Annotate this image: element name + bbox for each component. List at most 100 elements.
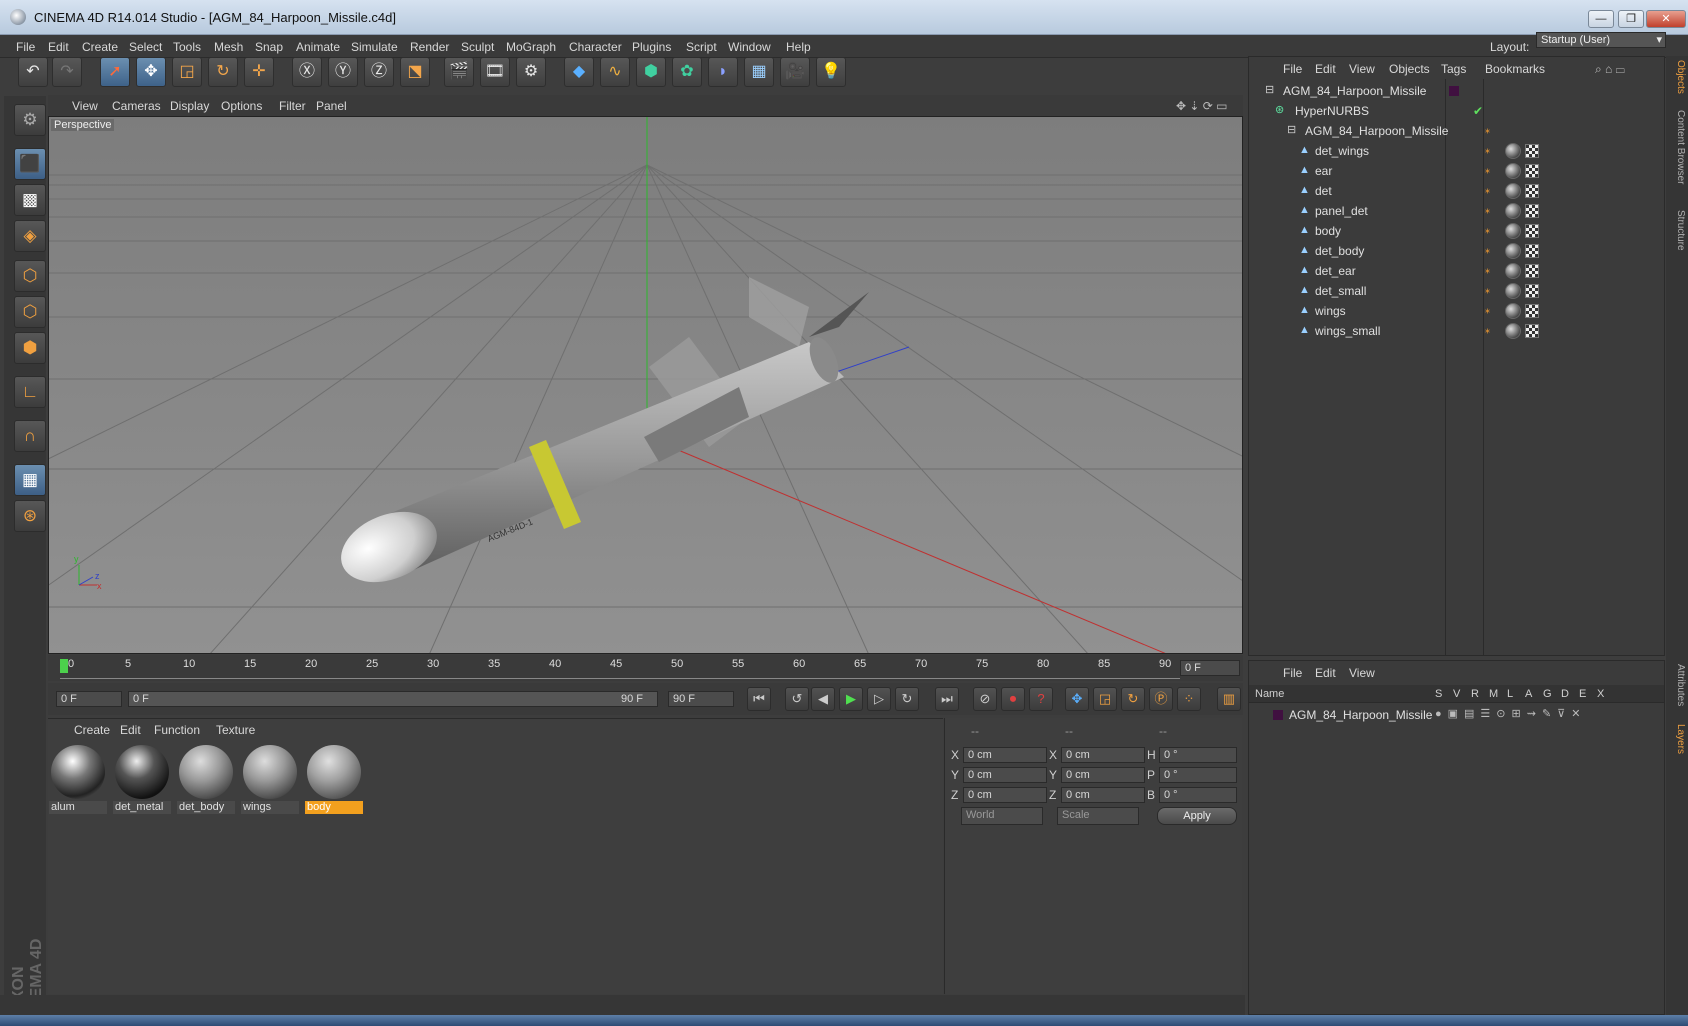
maximize-button[interactable]: ❐ [1618,10,1644,28]
tab-objects[interactable]: Objects [1668,60,1686,94]
coord-type-dropdown[interactable]: Scale [1057,807,1139,825]
uvw-tag-icon[interactable] [1525,164,1539,178]
vp-menu-options[interactable]: Options [221,99,262,113]
key-scale-icon[interactable]: ◲ [1093,687,1117,711]
uvw-tag-icon[interactable] [1525,184,1539,198]
material-tag-icon[interactable] [1505,203,1521,219]
model-mode-icon[interactable]: ⬛ [14,148,46,180]
tab-content-browser[interactable]: Content Browser [1668,110,1686,184]
uvw-tag-icon[interactable] [1525,204,1539,218]
menu-file[interactable]: File [16,40,35,54]
menu-character[interactable]: Character [569,40,622,54]
render-picture-viewer-icon[interactable]: 🎞 [480,57,510,87]
material-swatch[interactable]: det_body [177,743,235,815]
floor-icon[interactable]: ▦ [744,57,774,87]
object-row[interactable]: ▲ det_small ⁎ [1249,281,1664,301]
snap-magnet-icon[interactable]: ∩ [14,420,46,452]
uvw-tag-icon[interactable] [1525,244,1539,258]
phong-tag-icon[interactable]: ⁎ [1485,226,1493,236]
size-y-field[interactable]: 0 cm [1061,767,1145,783]
mat-menu-edit[interactable]: Edit [120,723,141,737]
size-z-field[interactable]: 0 cm [1061,787,1145,803]
om-search-icon[interactable]: ⌕ ⌂ ▭ [1595,62,1625,77]
menu-window[interactable]: Window [728,40,771,54]
workplane-icon[interactable]: ◈ [14,220,46,252]
uvw-tag-icon[interactable] [1525,304,1539,318]
z-axis-lock-icon[interactable]: Ⓩ [364,57,394,87]
object-row[interactable]: ▲ panel_det ⁎ [1249,201,1664,221]
position-y-field[interactable]: 0 cm [963,767,1047,783]
tab-attributes[interactable]: Attributes [1668,664,1686,706]
array-icon[interactable]: ✿ [672,57,702,87]
layer-flag-icons[interactable]: ●▣▤☰⊙⊞⇝✎⊽✕ [1435,707,1586,720]
material-swatch-selected[interactable]: body [305,743,363,815]
3d-viewport[interactable]: AGM-84D-1 y x z Perspective [48,116,1243,654]
phong-tag-icon[interactable]: ⁎ [1485,306,1493,316]
menu-help[interactable]: Help [786,40,811,54]
object-row[interactable]: ▲ det_body ⁎ [1249,241,1664,261]
goto-start-icon[interactable]: ⏮ [747,687,771,711]
menu-render[interactable]: Render [410,40,449,54]
uvw-tag-icon[interactable] [1525,224,1539,238]
move-tool-icon[interactable]: ✥ [136,57,166,87]
frame-range-slider[interactable]: 0 F 90 F [128,691,658,707]
phong-tag-icon[interactable]: ⁎ [1485,146,1493,156]
phong-tag-icon[interactable]: ⁎ [1485,246,1493,256]
uvw-tag-icon[interactable] [1525,324,1539,338]
nurbs-icon[interactable]: ⬢ [636,57,666,87]
next-frame-icon[interactable]: ▷ [867,687,891,711]
deformer-icon[interactable]: ◗ [708,57,738,87]
phong-tag-icon[interactable]: ⁎ [1485,286,1493,296]
size-x-field[interactable]: 0 cm [1061,747,1145,763]
y-axis-lock-icon[interactable]: Ⓨ [328,57,358,87]
current-frame-field[interactable]: 0 F [1180,660,1240,676]
object-row[interactable]: ⊟ AGM_84_Harpoon_Missile [1249,81,1664,101]
autokey-icon[interactable]: ⏺ [1001,687,1025,711]
om-menu-file[interactable]: File [1283,62,1302,76]
object-row[interactable]: ▲ det ⁎ [1249,181,1664,201]
lm-menu-file[interactable]: File [1283,666,1302,680]
vp-menu-filter[interactable]: Filter [279,99,306,113]
timeline-ruler[interactable]: 0 5 10 15 20 25 30 35 40 45 50 55 60 65 … [48,655,1243,681]
menu-sculpt[interactable]: Sculpt [461,40,494,54]
timeline-window-icon[interactable]: ▥ [1217,687,1241,711]
object-row[interactable]: ▲ wings ⁎ [1249,301,1664,321]
axis-mode-icon[interactable]: ∟ [14,376,46,408]
material-swatch[interactable]: wings [241,743,299,815]
menu-tools[interactable]: Tools [173,40,201,54]
close-button[interactable]: ✕ [1646,10,1686,28]
menu-mograph[interactable]: MoGraph [506,40,556,54]
recent-tool-icon[interactable]: ✛ [244,57,274,87]
vp-menu-cameras[interactable]: Cameras [112,99,161,113]
spline-icon[interactable]: ∿ [600,57,630,87]
key-rotation-icon[interactable]: ↻ [1121,687,1145,711]
material-tag-icon[interactable] [1505,183,1521,199]
menu-create[interactable]: Create [82,40,118,54]
key-parameter-icon[interactable]: Ⓟ [1149,687,1173,711]
enabled-check-icon[interactable]: ✔ [1473,104,1483,118]
next-key-icon[interactable]: ↻ [895,687,919,711]
key-pla-icon[interactable]: ⁘ [1177,687,1201,711]
lm-menu-view[interactable]: View [1349,666,1375,680]
scale-tool-icon[interactable]: ◲ [172,57,202,87]
object-row[interactable]: ▲ det_ear ⁎ [1249,261,1664,281]
tab-layers[interactable]: Layers [1668,724,1686,754]
material-tag-icon[interactable] [1505,163,1521,179]
rotate-tool-icon[interactable]: ↻ [208,57,238,87]
material-tag-icon[interactable] [1505,143,1521,159]
object-row[interactable]: ⊟ AGM_84_Harpoon_Missile ⁎ [1249,121,1664,141]
rotation-p-field[interactable]: 0 ° [1159,767,1237,783]
soft-selection-icon[interactable]: ⊛ [14,500,46,532]
make-editable-icon[interactable]: ⚙ [14,104,46,136]
edges-mode-icon[interactable]: ⬡ [14,296,46,328]
minimize-button[interactable]: — [1588,10,1614,28]
position-z-field[interactable]: 0 cm [963,787,1047,803]
vp-menu-view[interactable]: View [72,99,98,113]
uvw-tag-icon[interactable] [1525,284,1539,298]
apply-button[interactable]: Apply [1157,807,1237,825]
object-row[interactable]: ⊛ HyperNURBS ✔ [1249,101,1664,121]
points-mode-icon[interactable]: ⬡ [14,260,46,292]
om-menu-bookmarks[interactable]: Bookmarks [1485,62,1545,76]
phong-tag-icon[interactable]: ⁎ [1485,186,1493,196]
prev-key-icon[interactable]: ↺ [785,687,809,711]
